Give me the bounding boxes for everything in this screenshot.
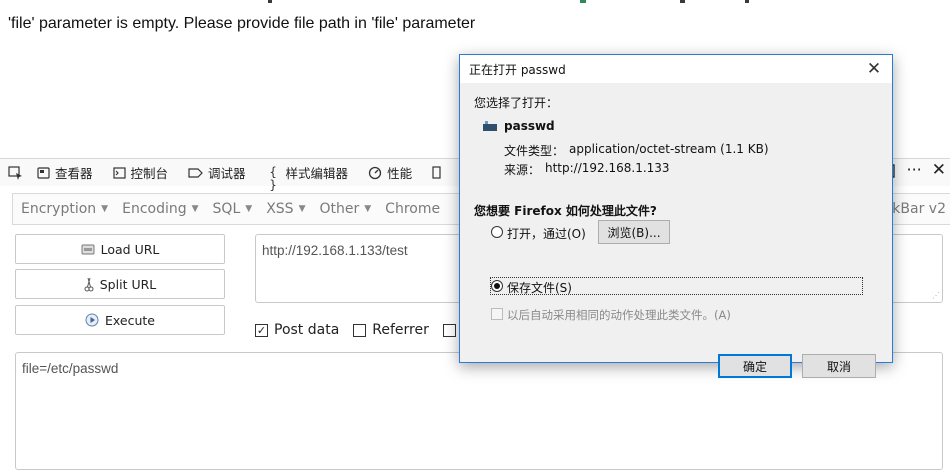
tab-label: 控制台: [130, 166, 169, 181]
braces-icon: { }: [269, 165, 277, 192]
play-icon: [85, 313, 99, 327]
open-with-label: 打开，通过(O): [507, 227, 586, 241]
chevron-down-icon: ▼: [191, 204, 199, 214]
source-label: 来源：: [504, 163, 541, 177]
file-name: passwd: [504, 119, 555, 133]
button-label: 确定: [742, 359, 767, 374]
pick-element-icon: [8, 165, 22, 180]
menu-label: Encoding: [122, 201, 187, 217]
tab-debugger[interactable]: 调试器: [188, 163, 246, 182]
resize-grip-icon[interactable]: ⋰: [932, 291, 940, 300]
chevron-down-icon: ▼: [364, 204, 372, 214]
chevron-down-icon: ▼: [101, 204, 109, 214]
more-options-icon[interactable]: ···: [906, 162, 921, 179]
auto-action-checkbox[interactable]: [491, 308, 503, 320]
load-url-icon: [81, 244, 95, 255]
tab-inspector[interactable]: 查看器: [37, 163, 93, 182]
load-url-button[interactable]: Load URL: [15, 234, 225, 264]
tab-style-editor[interactable]: { } 样式编辑器: [266, 163, 349, 192]
button-label: Split URL: [99, 276, 157, 292]
you-chose-label: 您选择了打开：: [474, 96, 559, 110]
url-value: http://192.168.1.133/test: [262, 243, 408, 258]
inspector-icon: [37, 166, 50, 179]
tab-label: 调试器: [208, 166, 246, 181]
button-label: Execute: [105, 312, 155, 328]
dialog-title: 正在打开 passwd: [469, 62, 566, 77]
menu-encoding[interactable]: Encoding ▼: [122, 201, 198, 217]
empty-checkbox-icon: [442, 323, 456, 337]
hackbar-version: kBar v2: [892, 201, 946, 217]
page-message: 'file' parameter is empty. Please provid…: [8, 15, 476, 32]
tab-performance[interactable]: 性能: [368, 163, 412, 182]
checkbox-label: Referrer: [372, 322, 429, 338]
save-file-radio[interactable]: [491, 280, 503, 292]
tab-label: 性能: [387, 166, 413, 181]
menu-other[interactable]: Other ▼: [319, 201, 371, 217]
menu-label: Other: [319, 201, 360, 217]
referrer-checkbox[interactable]: Referrer: [353, 322, 429, 338]
menu-xss[interactable]: XSS ▼: [266, 201, 305, 217]
menu-sql[interactable]: SQL ▼: [213, 201, 253, 217]
close-devtools-icon[interactable]: ✕: [932, 162, 946, 179]
browse-button[interactable]: 浏览(B)...: [598, 220, 670, 244]
button-label: 浏览(B)...: [607, 225, 661, 240]
dialog-titlebar: 正在打开 passwd ✕: [460, 55, 892, 83]
source-value: http://192.168.1.133: [545, 161, 670, 175]
menu-label: XSS: [266, 201, 294, 217]
chevron-down-icon: ▼: [298, 204, 306, 214]
cancel-button[interactable]: 取消: [802, 354, 876, 378]
save-file-label: 保存文件(S): [507, 281, 572, 295]
open-file-dialog: 正在打开 passwd ✕ 您选择了打开： passwd 文件类型： appli…: [459, 54, 893, 378]
file-icon: [483, 121, 497, 131]
tab-label: 查看器: [55, 166, 93, 181]
menu-label: Chrome: [385, 201, 441, 217]
scissors-icon: [84, 277, 94, 291]
tab-console[interactable]: 控制台: [112, 163, 169, 182]
debugger-icon: [188, 167, 203, 178]
menu-label: SQL: [212, 201, 241, 217]
button-label: Load URL: [100, 241, 160, 257]
memory-icon: [432, 166, 441, 179]
chevron-down-icon: ▼: [245, 204, 253, 214]
dialog-body: 您选择了打开： passwd 文件类型： application/octet-s…: [460, 83, 892, 378]
button-label: 取消: [826, 359, 851, 374]
action-question: 您想要 Firefox 如何处理此文件?: [474, 204, 657, 218]
menu-chrome[interactable]: Chrome: [385, 201, 440, 217]
close-icon[interactable]: ✕: [864, 59, 884, 79]
auto-action-label: 以后自动采用相同的动作处理此类文件。(A): [507, 308, 731, 322]
ok-button[interactable]: 确定: [718, 354, 792, 378]
tab-memory[interactable]: [432, 166, 442, 179]
top-cut-strip: [0, 0, 950, 4]
hackbar-options: ✓ Post data Referrer: [255, 322, 456, 338]
split-url-button[interactable]: Split URL: [15, 269, 225, 299]
menu-label: Encryption: [21, 201, 97, 217]
checkbox-label: Post data: [274, 322, 340, 338]
console-icon: [112, 166, 126, 179]
post-value: file=/etc/passwd: [22, 361, 119, 376]
user-agent-checkbox[interactable]: [442, 323, 456, 337]
empty-checkbox-icon: [353, 323, 367, 337]
execute-button[interactable]: Execute: [15, 305, 225, 335]
file-type-value: application/octet-stream (1.1 KB): [569, 142, 769, 156]
performance-icon: [368, 166, 382, 179]
file-type-label: 文件类型：: [504, 144, 565, 158]
pick-element-button[interactable]: [8, 165, 23, 180]
post-data-checkbox[interactable]: ✓ Post data: [255, 322, 339, 338]
checkmark-icon: ✓: [255, 323, 268, 337]
open-with-radio[interactable]: [491, 226, 503, 238]
tab-label: 样式编辑器: [285, 166, 349, 181]
menu-encryption[interactable]: Encryption ▼: [21, 201, 108, 217]
